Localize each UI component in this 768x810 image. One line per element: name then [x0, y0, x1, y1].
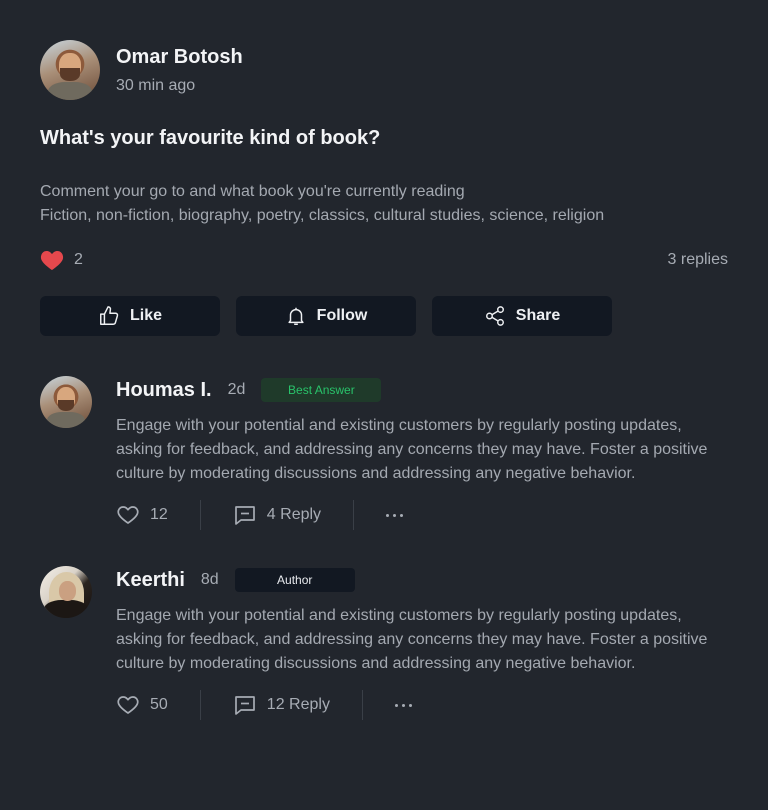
share-icon	[485, 306, 504, 326]
more-options-icon[interactable]	[394, 703, 412, 707]
avatar[interactable]	[40, 566, 92, 618]
more-options-icon[interactable]	[386, 513, 404, 517]
bell-icon	[288, 307, 304, 325]
post-body-line: Comment your go to and what book you're …	[40, 183, 465, 200]
comment-body: Keerthi 8d Author Engage with your poten…	[116, 566, 728, 720]
comment-icon	[234, 506, 255, 525]
like-count: 2	[74, 251, 83, 268]
comment-text: Engage with your potential and existing …	[116, 417, 708, 482]
commenter-name[interactable]: Keerthi	[116, 569, 185, 592]
divider	[199, 500, 201, 530]
avatar-coat	[44, 600, 88, 618]
post-page: Omar Botosh 30 min ago What's your favou…	[0, 0, 768, 810]
share-button-label: Share	[515, 307, 561, 324]
follow-button-label: Follow	[316, 307, 368, 324]
comment-like-count: 50	[150, 696, 168, 713]
heart-icon	[117, 696, 139, 714]
divider	[361, 690, 363, 720]
comment-body: Houmas I. 2d Best Answer Engage with you…	[116, 376, 728, 530]
avatar[interactable]	[40, 376, 92, 428]
share-button[interactable]: Share	[432, 296, 612, 336]
comment-like-button[interactable]: 50	[116, 693, 168, 717]
follow-button[interactable]: Follow	[236, 296, 416, 336]
comment: Keerthi 8d Author Engage with your poten…	[40, 566, 728, 720]
post-body-line: Fiction, non-fiction, biography, poetry,…	[40, 207, 605, 224]
reply-button[interactable]: 4 Reply	[233, 503, 321, 527]
divider	[353, 500, 355, 530]
comment-header: Keerthi 8d Author	[116, 566, 728, 594]
commenter-name[interactable]: Houmas I.	[116, 379, 212, 402]
heart-filled-icon	[40, 251, 64, 270]
best-answer-badge: Best Answer	[261, 378, 382, 402]
thumbs-up-icon	[100, 306, 119, 325]
post-title: What's your favourite kind of book?	[40, 127, 381, 149]
post-actions: Like Follow Share	[40, 296, 728, 336]
comment: Houmas I. 2d Best Answer Engage with you…	[40, 376, 728, 530]
comment-time: 2d	[227, 381, 246, 398]
post-meta: Omar Botosh 30 min ago	[116, 44, 243, 96]
comment-like-button[interactable]: 12	[116, 503, 168, 527]
avatar-shirt	[48, 82, 92, 100]
divider	[199, 690, 201, 720]
author-badge: Author	[234, 568, 355, 592]
post-time: 30 min ago	[116, 77, 196, 94]
avatar[interactable]	[40, 40, 100, 100]
author-name[interactable]: Omar Botosh	[116, 44, 243, 70]
reply-count: 4 Reply	[266, 506, 322, 523]
comment-icon	[234, 696, 255, 715]
post-body: Comment your go to and what book you're …	[40, 180, 728, 228]
post-header: Omar Botosh 30 min ago	[40, 40, 728, 100]
post-likes[interactable]: 2	[40, 249, 83, 271]
avatar-beard	[60, 67, 80, 81]
reply-count: 12 Reply	[266, 696, 330, 713]
avatar-shirt	[47, 412, 85, 428]
comment-time: 8d	[200, 571, 219, 588]
reactions-bar: 2 3 replies	[40, 248, 728, 272]
replies-count[interactable]: 3 replies	[668, 251, 728, 269]
comment-actions: 12 4 Reply	[116, 500, 728, 530]
heart-icon	[117, 506, 139, 524]
comment-header: Houmas I. 2d Best Answer	[116, 376, 728, 404]
reply-button[interactable]: 12 Reply	[233, 693, 330, 717]
like-button-label: Like	[129, 307, 162, 324]
comment-actions: 50 12 Reply	[116, 690, 728, 720]
avatar-beard	[57, 399, 75, 412]
like-button[interactable]: Like	[40, 296, 220, 336]
comment-text: Engage with your potential and existing …	[116, 607, 708, 672]
comment-like-count: 12	[150, 506, 168, 523]
